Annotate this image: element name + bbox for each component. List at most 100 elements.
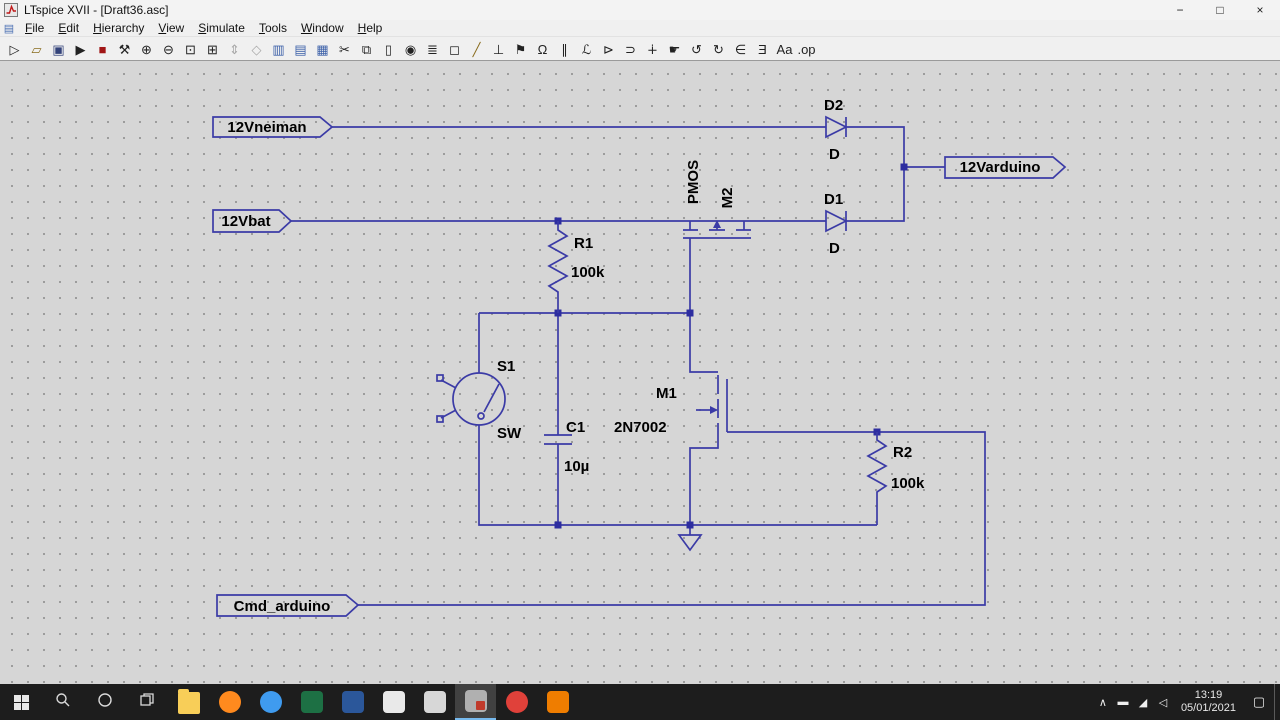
taskbar-app-miktex[interactable]	[414, 684, 455, 720]
net-label-12vneiman[interactable]: 12Vneiman	[227, 119, 306, 136]
task-view-button[interactable]	[126, 684, 168, 720]
m1-value-label[interactable]: 2N7002	[614, 419, 667, 436]
menu-file[interactable]: File	[18, 20, 51, 37]
menu-view[interactable]: View	[151, 20, 191, 37]
nmos-m1[interactable]: M1 2N7002	[614, 375, 728, 442]
component-icon[interactable]: ⊃	[620, 39, 641, 59]
ground-icon[interactable]: ⊥	[488, 39, 509, 59]
find-icon[interactable]: ◉	[400, 39, 421, 59]
cut-icon[interactable]: ✂	[334, 39, 355, 59]
taskbar-app-word[interactable]	[332, 684, 373, 720]
taskbar-app-thunderbird[interactable]	[250, 684, 291, 720]
taskbar-app-notepad[interactable]	[373, 684, 414, 720]
net-flag-cmd-arduino[interactable]: Cmd_arduino	[216, 594, 360, 617]
cortana-button[interactable]	[84, 684, 126, 720]
s1-name-label[interactable]: S1	[497, 358, 515, 375]
inductor-icon[interactable]: ℒ	[576, 39, 597, 59]
hidden-icons-chevron-icon[interactable]: ∧	[1093, 696, 1113, 709]
mirror-icon[interactable]: Ǝ	[752, 39, 773, 59]
action-center-button[interactable]: ▢	[1244, 684, 1274, 720]
control-panel-icon[interactable]: ⚒	[114, 39, 135, 59]
close-button[interactable]: ×	[1240, 0, 1280, 20]
move-icon[interactable]: ∔	[642, 39, 663, 59]
new-schematic-icon[interactable]: ▷	[4, 39, 25, 59]
d2-value-label[interactable]: D	[829, 146, 840, 163]
drag-icon[interactable]: ☛	[664, 39, 685, 59]
m2-value-label[interactable]: PMOS	[685, 160, 702, 204]
ground-symbol[interactable]	[677, 534, 703, 552]
taskbar-app-ltspice[interactable]	[455, 684, 496, 720]
s1-value-label[interactable]: SW	[497, 425, 522, 442]
battery-icon[interactable]: ▬	[1113, 696, 1133, 708]
halt-icon[interactable]: ■	[92, 39, 113, 59]
minimize-button[interactable]: −	[1160, 0, 1200, 20]
search-button[interactable]	[42, 684, 84, 720]
taskbar-clock[interactable]: 13:19 05/01/2021	[1173, 684, 1244, 720]
rotate-icon[interactable]: ∈	[730, 39, 751, 59]
schematic-area[interactable]: 12Vneiman 12Vbat 12Varduino Cmd_arduino	[0, 61, 1280, 684]
net-flag-12varduino[interactable]: 12Varduino	[944, 156, 1067, 179]
copy-icon[interactable]: ⧉	[356, 39, 377, 59]
autorange-icon[interactable]: ⇕	[224, 39, 245, 59]
capacitor-icon[interactable]: ∥	[554, 39, 575, 59]
label-net-icon[interactable]: ⚑	[510, 39, 531, 59]
capacitor-c1[interactable]: C1 10µ	[544, 419, 589, 475]
tile-horizontal-icon[interactable]: ▤	[290, 39, 311, 59]
print-icon[interactable]: ≣	[422, 39, 443, 59]
save-icon[interactable]: ▣	[48, 39, 69, 59]
show-desktop-button[interactable]	[1274, 684, 1280, 720]
diode-icon[interactable]: ⊳	[598, 39, 619, 59]
m2-name-label[interactable]: M2	[719, 188, 736, 209]
net-flag-12vneiman[interactable]: 12Vneiman	[212, 116, 334, 138]
d1-value-label[interactable]: D	[829, 240, 840, 257]
cascade-windows-icon[interactable]: ▦	[312, 39, 333, 59]
network-icon[interactable]: ◢	[1133, 696, 1153, 709]
taskbar-app-excel[interactable]	[291, 684, 332, 720]
menu-simulate[interactable]: Simulate	[191, 20, 252, 37]
net-flag-12vbat[interactable]: 12Vbat	[212, 209, 293, 233]
diode-d1[interactable]: D1 D	[824, 191, 848, 257]
pmos-m2[interactable]: PMOS M2	[683, 160, 751, 239]
volume-icon[interactable]: ◁	[1153, 696, 1173, 709]
paste-icon[interactable]: ▯	[378, 39, 399, 59]
menu-edit[interactable]: Edit	[51, 20, 86, 37]
wires[interactable]	[290, 126, 986, 606]
maximize-button[interactable]: □	[1200, 0, 1240, 20]
m1-name-label[interactable]: M1	[656, 385, 677, 402]
resistor-icon[interactable]: Ω	[532, 39, 553, 59]
menu-tools[interactable]: Tools	[252, 20, 294, 37]
c1-name-label[interactable]: C1	[566, 419, 585, 436]
r2-value-label[interactable]: 100k	[891, 475, 925, 492]
schematic-canvas[interactable]: 12Vneiman 12Vbat 12Varduino Cmd_arduino	[0, 61, 1280, 684]
zoom-fit-icon[interactable]: ⊞	[202, 39, 223, 59]
tile-vertical-icon[interactable]: ▥	[268, 39, 289, 59]
c1-value-label[interactable]: 10µ	[564, 458, 589, 475]
run-icon[interactable]: ▶	[70, 39, 91, 59]
net-label-cmd-arduino[interactable]: Cmd_arduino	[234, 598, 331, 615]
diode-d2[interactable]: D2 D	[824, 97, 848, 163]
open-file-icon[interactable]: ▱	[26, 39, 47, 59]
undo-icon[interactable]: ↺	[686, 39, 707, 59]
redo-icon[interactable]: ↻	[708, 39, 729, 59]
menu-help[interactable]: Help	[351, 20, 390, 37]
taskbar-app-vlc[interactable]	[537, 684, 578, 720]
resistor-r2[interactable]: R2 100k	[866, 432, 925, 525]
d1-name-label[interactable]: D1	[824, 191, 843, 208]
taskbar-app-file-explorer[interactable]	[168, 684, 209, 720]
zoom-area-icon[interactable]: ⊡	[180, 39, 201, 59]
print-preview-icon[interactable]: ◻	[444, 39, 465, 59]
r1-name-label[interactable]: R1	[574, 235, 593, 252]
net-label-12varduino[interactable]: 12Varduino	[960, 159, 1041, 176]
taskbar-app-firefox[interactable]	[209, 684, 250, 720]
menu-window[interactable]: Window	[294, 20, 351, 37]
pan-icon[interactable]: ◇	[246, 39, 267, 59]
start-button[interactable]	[0, 684, 42, 720]
menu-hierarchy[interactable]: Hierarchy	[86, 20, 151, 37]
r1-value-label[interactable]: 100k	[571, 264, 605, 281]
taskbar-app-opera[interactable]	[496, 684, 537, 720]
draw-wire-icon[interactable]: ╱	[466, 39, 487, 59]
zoom-out-icon[interactable]: ⊖	[158, 39, 179, 59]
d2-name-label[interactable]: D2	[824, 97, 843, 114]
zoom-in-icon[interactable]: ⊕	[136, 39, 157, 59]
net-label-12vbat[interactable]: 12Vbat	[221, 213, 270, 230]
